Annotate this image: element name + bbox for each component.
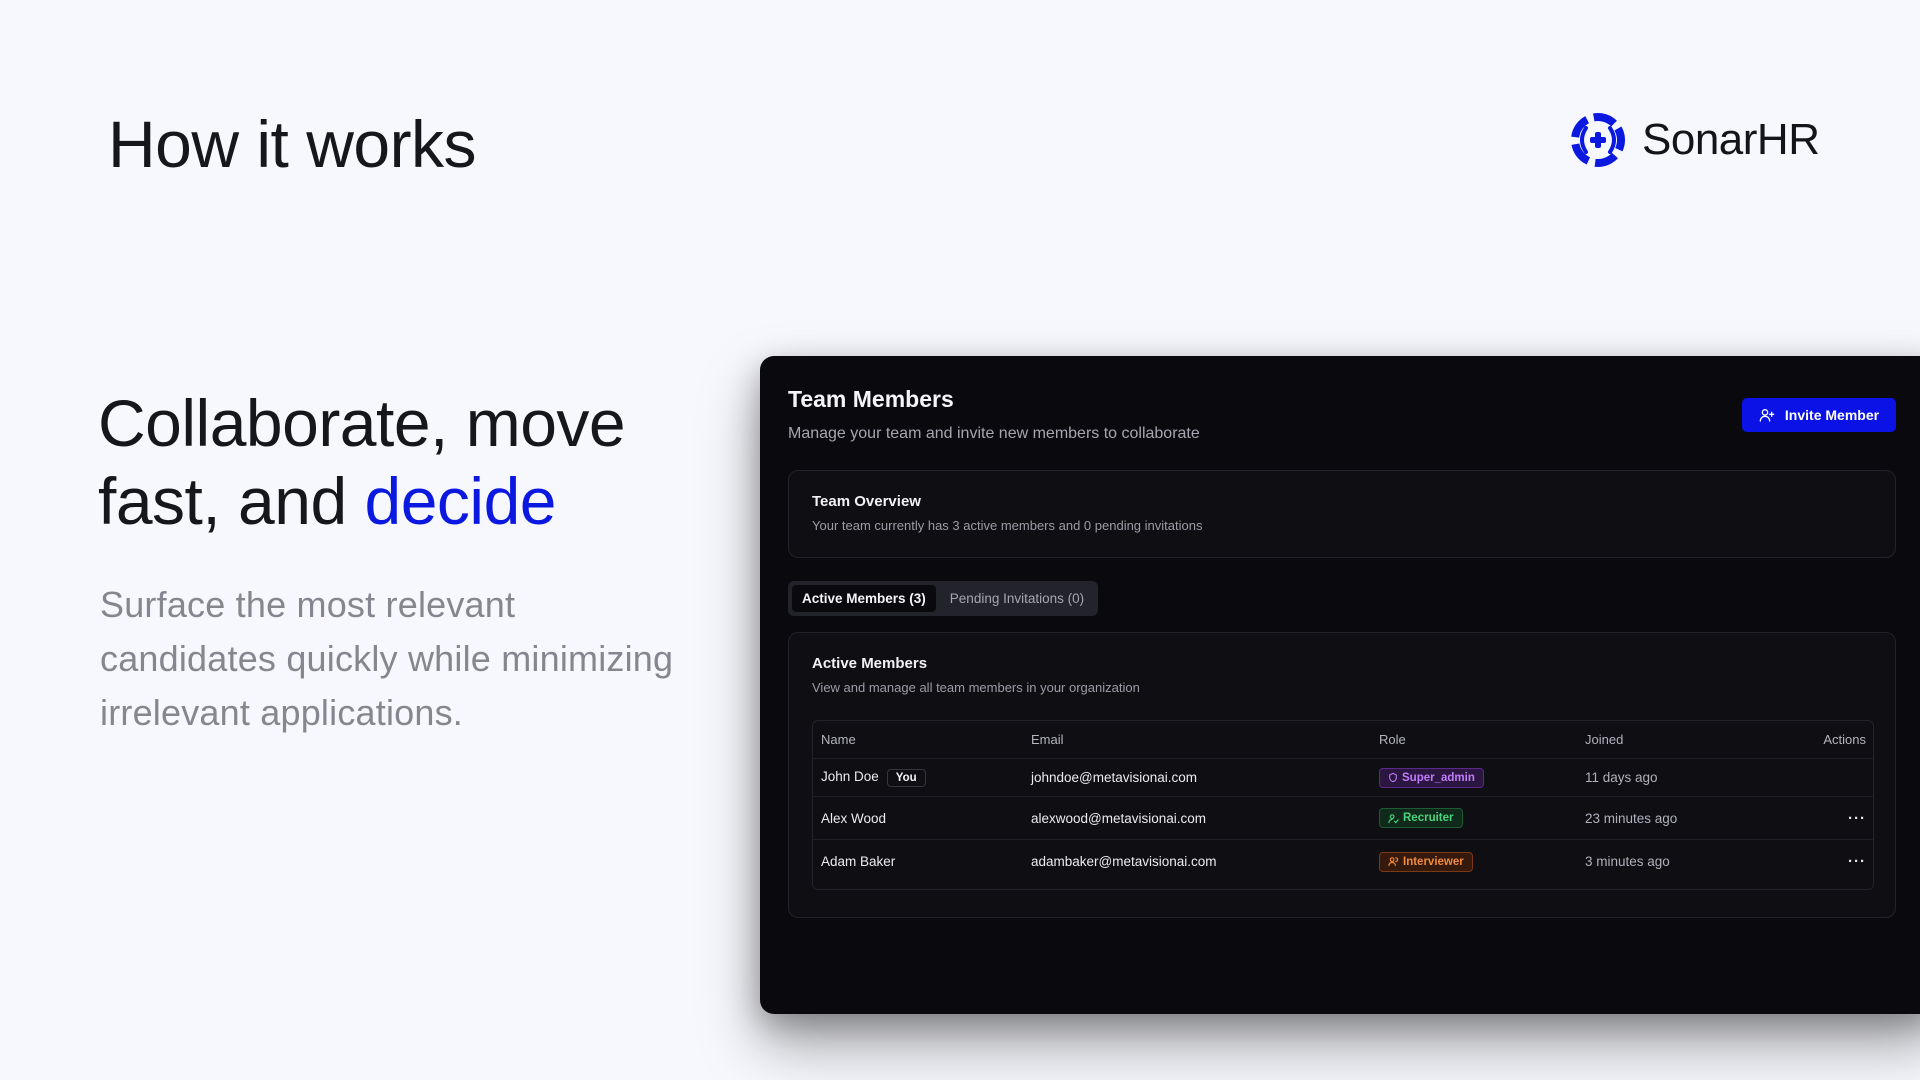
member-role-cell: Recruiter	[1379, 808, 1463, 828]
users-icon	[1388, 857, 1399, 867]
sonar-logo-icon	[1571, 113, 1625, 167]
table-row[interactable]: John Doe You johndoe@metavisionai.com Sup…	[813, 759, 1873, 797]
subcopy: Surface the most relevant candidates qui…	[100, 584, 674, 733]
team-overview-text: Your team currently has 3 active members…	[812, 518, 1203, 533]
headline-accent: decide	[364, 464, 557, 538]
member-email: johndoe@metavisionai.com	[1031, 770, 1198, 785]
member-role-cell: Interviewer	[1379, 851, 1473, 872]
header-joined[interactable]: Joined	[1585, 732, 1623, 747]
member-tabs: Active Members (3) Pending Invitations (…	[788, 581, 1099, 616]
you-badge: You	[886, 768, 926, 787]
tab-pending-invitations[interactable]: Pending Invitations (0)	[940, 585, 1094, 612]
member-email: alexwood@metavisionai.com	[1031, 810, 1207, 826]
app-window: Team Members Manage your team and invite…	[760, 356, 1920, 1014]
brand-name: SonarHR	[1642, 115, 1820, 164]
headline: Collaborate, move fast, and decide	[98, 384, 718, 540]
role-label: Super_admin	[1402, 771, 1475, 784]
member-name: John Doe	[821, 768, 879, 784]
user-plus-icon	[1759, 409, 1775, 422]
member-name: Alex Wood	[821, 810, 887, 826]
more-horizontal-icon[interactable]: ···	[1848, 853, 1866, 870]
table-row[interactable]: Alex Wood alexwood@metavisionai.com Recr…	[813, 797, 1873, 840]
header-name[interactable]: Name	[821, 732, 856, 747]
tab-active-members[interactable]: Active Members (3)	[792, 585, 936, 612]
team-overview-card: Team Overview Your team currently has 3 …	[788, 470, 1896, 558]
member-name: Adam Baker	[821, 854, 896, 869]
active-members-card: Active Members View and manage all team …	[788, 632, 1896, 918]
member-joined: 11 days ago	[1585, 770, 1658, 785]
team-overview-title: Team Overview	[812, 493, 921, 510]
header-email[interactable]: Email	[1031, 732, 1064, 747]
members-table: Name Email Role Joined Actions John Doe Y…	[812, 720, 1874, 890]
user-check-icon	[1388, 813, 1399, 823]
page-title: How it works	[108, 107, 477, 181]
role-label: Interviewer	[1403, 855, 1464, 868]
table-header-row: Name Email Role Joined Actions	[813, 721, 1873, 759]
team-members-title: Team Members	[788, 386, 954, 412]
active-members-title: Active Members	[812, 655, 928, 672]
invite-member-button[interactable]: Invite Member	[1742, 398, 1896, 432]
member-role-cell: Super_admin	[1379, 767, 1484, 788]
brand-logo: SonarHR	[1564, 112, 1820, 168]
team-members-subtitle: Manage your team and invite new members …	[788, 425, 1200, 442]
invite-member-label: Invite Member	[1784, 407, 1880, 423]
table-row[interactable]: Adam Baker adambaker@metavisionai.com In…	[813, 840, 1873, 883]
role-label: Recruiter	[1403, 812, 1454, 824]
member-joined: 3 minutes ago	[1585, 854, 1670, 869]
active-members-subtitle: View and manage all team members in your…	[812, 680, 1140, 695]
member-email: adambaker@metavisionai.com	[1031, 854, 1217, 869]
more-horizontal-icon[interactable]: ···	[1848, 810, 1866, 827]
member-joined: 23 minutes ago	[1585, 810, 1678, 826]
shield-icon	[1389, 772, 1397, 783]
header-role[interactable]: Role	[1379, 732, 1406, 747]
role-badge-recruiter: Recruiter	[1379, 808, 1463, 828]
role-badge-interviewer: Interviewer	[1379, 851, 1473, 872]
role-badge-super-admin: Super_admin	[1379, 767, 1484, 788]
header-actions: Actions	[1823, 732, 1866, 747]
member-name-cell: John Doe You	[821, 768, 926, 787]
